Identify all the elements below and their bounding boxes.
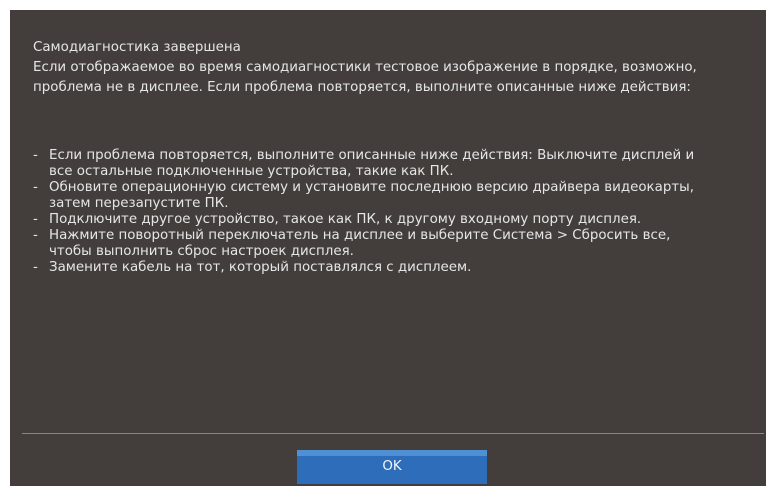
step-text-line: Нажмите поворотный переключатель на дисп… (49, 228, 671, 243)
bullet-dash: - (33, 148, 38, 163)
step-text-line: Подключите другое устройство, такое как … (49, 212, 642, 227)
step-text-line: Если проблема повторяется, выполните опи… (49, 148, 695, 163)
step-turn-off-devices: - Если проблема повторяется, выполните о… (33, 148, 753, 180)
step-text-line: все остальные подключенные устройства, т… (49, 164, 454, 179)
self-diagnosis-dialog: Самодиагностика завершена Если отображае… (10, 10, 766, 486)
bullet-dash: - (33, 260, 38, 275)
step-text-line: Замените кабель на тот, который поставля… (49, 260, 472, 275)
bullet-dash: - (33, 180, 38, 195)
step-update-os: - Обновите операционную систему и устано… (33, 180, 753, 212)
step-text-line: Обновите операционную систему и установи… (49, 180, 694, 195)
bullet-dash: - (33, 228, 38, 243)
footer-divider (22, 433, 764, 434)
intro-line: Если отображаемое во время самодиагности… (33, 60, 697, 75)
intro-text: Если отображаемое во время самодиагности… (33, 58, 763, 98)
ok-button[interactable]: OK (297, 450, 487, 484)
bullet-dash: - (33, 212, 38, 227)
step-replace-cable: - Замените кабель на тот, который постав… (33, 260, 753, 276)
step-text-line: затем перезапустите ПК. (49, 196, 229, 211)
dialog-title: Самодиагностика завершена (33, 40, 241, 55)
step-reset-all: - Нажмите поворотный переключатель на ди… (33, 228, 753, 260)
step-text-line: чтобы выполнить сброс настроек дисплея. (49, 244, 354, 259)
troubleshooting-steps: - Если проблема повторяется, выполните о… (33, 148, 753, 276)
step-other-port: - Подключите другое устройство, такое ка… (33, 212, 753, 228)
intro-line: проблема не в дисплее. Если проблема пов… (33, 80, 691, 95)
